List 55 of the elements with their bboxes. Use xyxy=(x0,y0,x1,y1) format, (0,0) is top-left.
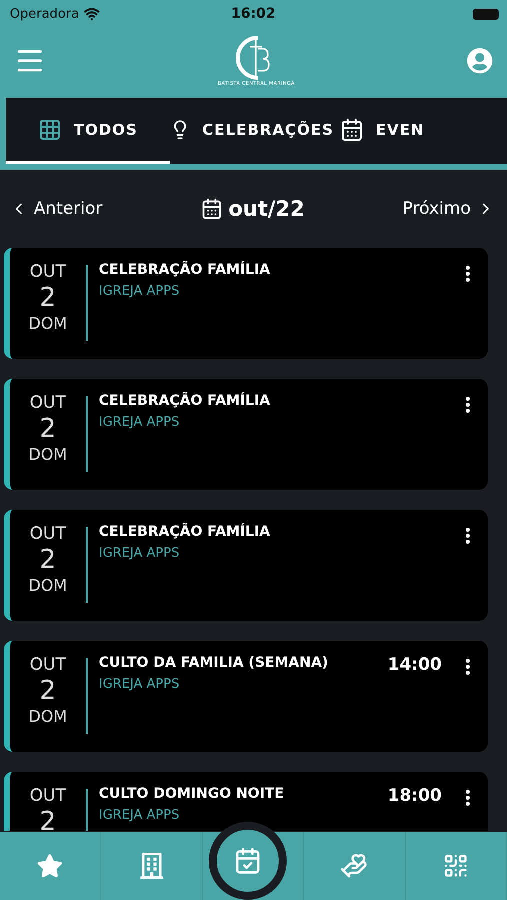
event-organizer: IGREJA APPS xyxy=(99,546,181,561)
category-tab[interactable]: CELEBRAÇÕES xyxy=(170,98,334,164)
event-time: 18:00 xyxy=(388,786,442,808)
event-day: 2 xyxy=(40,282,56,314)
calendar-check-icon xyxy=(234,847,262,875)
event-month: OUT xyxy=(30,262,66,282)
calendar-icon xyxy=(340,118,364,142)
hand-heart-icon xyxy=(340,852,368,880)
event-month: OUT xyxy=(30,786,66,806)
event-organizer: IGREJA APPS xyxy=(99,415,181,430)
event-organizer: IGREJA APPS xyxy=(99,677,181,692)
event-day: 2 xyxy=(40,806,56,831)
more-vertical-icon xyxy=(466,397,470,413)
battery-icon xyxy=(473,8,499,20)
star-icon xyxy=(37,853,64,879)
event-day: 2 xyxy=(40,675,56,707)
event-card[interactable]: OUT 2 DOM CELEBRAÇÃO FAMÍLIA IGREJA APPS xyxy=(4,248,488,359)
event-organizer: IGREJA APPS xyxy=(99,808,181,823)
category-tab[interactable]: TODOS xyxy=(6,98,170,164)
event-title: CELEBRAÇÃO FAMÍLIA xyxy=(99,262,272,278)
next-link[interactable]: Próximo xyxy=(402,199,495,219)
event-weekday: DOM xyxy=(28,576,68,595)
qr-code-icon xyxy=(442,853,469,879)
event-card[interactable]: OUT 2 CULTO DOMINGO NOITE IGREJA APPS 18:00 xyxy=(4,772,488,831)
event-month: OUT xyxy=(30,655,66,675)
event-title: CELEBRAÇÃO FAMÍLIA xyxy=(99,393,272,409)
event-day: 2 xyxy=(40,544,56,576)
more-vertical-icon xyxy=(466,659,470,675)
event-time: 14:00 xyxy=(388,655,442,677)
event-title: CULTO DA FAMILIA (SEMANA) xyxy=(99,655,330,671)
event-weekday: DOM xyxy=(28,707,68,726)
event-month: OUT xyxy=(30,393,66,413)
event-card[interactable]: OUT 2 DOM CULTO DA FAMILIA (SEMANA) IGREJA APPS 14:00 xyxy=(4,641,488,752)
event-card[interactable]: OUT 2 DOM CELEBRAÇÃO FAMÍLIA IGREJA APPS xyxy=(4,379,488,490)
event-day: 2 xyxy=(40,413,56,445)
more-vertical-icon xyxy=(466,528,470,544)
previous-link[interactable]: Anterior xyxy=(10,199,103,219)
event-title: CELEBRAÇÃO FAMÍLIA xyxy=(99,524,272,540)
event-weekday: DOM xyxy=(28,445,68,464)
more-vertical-icon xyxy=(466,266,470,282)
category-tab[interactable]: EVEN xyxy=(334,98,425,164)
calendar-icon xyxy=(200,198,223,220)
month-label: out/22 xyxy=(228,197,305,221)
building-icon xyxy=(138,853,165,879)
carrier-name: Operadora xyxy=(10,6,80,22)
grid-icon xyxy=(38,118,62,142)
wifi-icon xyxy=(84,6,100,22)
event-weekday: DOM xyxy=(28,314,68,333)
event-organizer: IGREJA APPS xyxy=(99,284,181,299)
more-vertical-icon xyxy=(466,790,470,806)
profile-icon[interactable] xyxy=(466,48,493,74)
status-time: 16:02 xyxy=(231,6,276,22)
event-card[interactable]: OUT 2 DOM CELEBRAÇÃO FAMÍLIA IGREJA APPS xyxy=(4,510,488,621)
event-month: OUT xyxy=(30,524,66,544)
event-title: CULTO DOMINGO NOITE xyxy=(99,786,286,802)
